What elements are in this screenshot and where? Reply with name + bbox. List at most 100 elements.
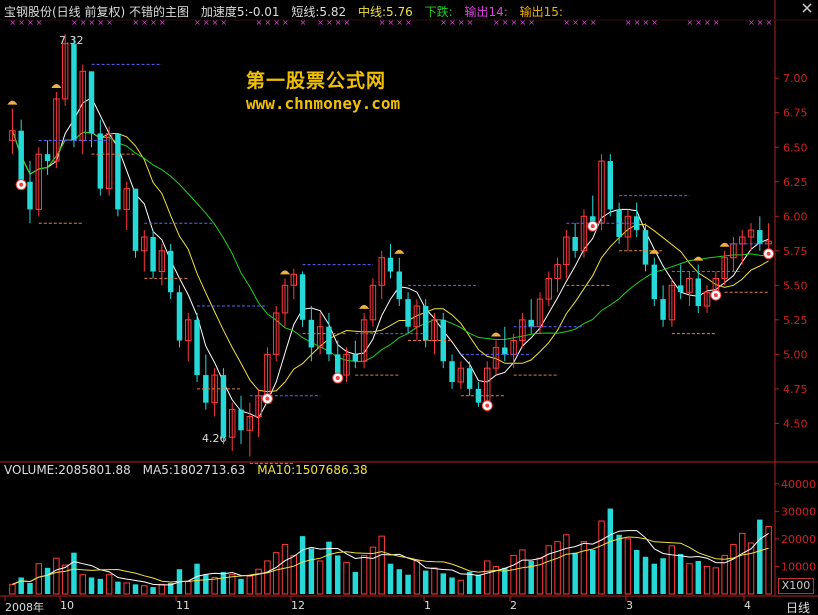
signal-x-marker: × bbox=[388, 18, 395, 27]
mushroom-signal-marker bbox=[7, 100, 18, 105]
candle-body-down bbox=[18, 130, 24, 182]
candle-body-down bbox=[387, 257, 394, 272]
volume-bar-down bbox=[387, 563, 394, 594]
candle-body-down bbox=[352, 354, 359, 362]
volume-bar-up bbox=[79, 574, 86, 595]
signal-x-marker: × bbox=[273, 18, 280, 27]
candle-body-down bbox=[44, 154, 51, 162]
volume-bar-down bbox=[633, 549, 640, 594]
volume-bar-up bbox=[413, 560, 421, 595]
candle-body-down bbox=[335, 354, 341, 376]
signal-x-marker: × bbox=[634, 18, 641, 27]
candle-body-down bbox=[71, 43, 77, 141]
volume-bar-up bbox=[343, 561, 350, 595]
price-tick-label: 7.00 bbox=[783, 72, 808, 85]
volume-bar-down bbox=[449, 577, 455, 594]
signal-x-marker: × bbox=[379, 18, 386, 27]
volume-bar-down bbox=[396, 569, 403, 594]
price-tick-label: 5.50 bbox=[783, 279, 808, 292]
volume-tick-label: 20000 bbox=[781, 533, 816, 546]
volume-bar-down bbox=[97, 578, 104, 594]
signal-x-marker: × bbox=[212, 18, 219, 27]
volume-bar-up bbox=[255, 568, 262, 595]
candle-body-down bbox=[572, 237, 578, 251]
signal-x-marker: × bbox=[133, 18, 140, 27]
volume-bar-up bbox=[668, 545, 676, 595]
mushroom-signal-marker bbox=[279, 270, 290, 275]
candle-body-down bbox=[528, 319, 534, 327]
candle-body-down bbox=[449, 361, 455, 382]
volume-bar-down bbox=[71, 552, 77, 594]
volume-bar-down bbox=[695, 560, 701, 594]
volume-bar-up bbox=[510, 554, 517, 595]
volume-bar-up bbox=[369, 546, 377, 595]
candle-body-down bbox=[299, 274, 306, 320]
signal-x-marker: × bbox=[493, 18, 500, 27]
buy-signal-dot bbox=[590, 224, 595, 229]
signal-x-marker: × bbox=[440, 18, 447, 27]
volume-bar-down bbox=[44, 567, 51, 594]
signal-x-marker: × bbox=[757, 18, 764, 27]
candle-body-down bbox=[132, 188, 139, 251]
candle-body-down bbox=[660, 299, 666, 320]
buy-signal-dot bbox=[335, 375, 340, 380]
buy-signal-dot bbox=[19, 182, 24, 187]
candle-body-down bbox=[642, 230, 649, 265]
signal-x-marker: × bbox=[264, 18, 271, 27]
volume-bar-down bbox=[651, 563, 658, 594]
volume-bar-down bbox=[27, 582, 33, 594]
candle-body-down bbox=[194, 319, 200, 376]
signal-x-marker: × bbox=[458, 18, 465, 27]
price-tick-label: 6.50 bbox=[783, 141, 808, 154]
volume-bar-down bbox=[502, 567, 508, 594]
signal-x-marker: × bbox=[220, 18, 227, 27]
volume-bar-up bbox=[519, 549, 526, 595]
signal-x-marker: × bbox=[344, 18, 351, 27]
signal-x-marker: × bbox=[590, 18, 597, 27]
volume-bar-down bbox=[326, 541, 332, 594]
volume-bar-down bbox=[642, 556, 649, 594]
signal-x-marker: × bbox=[572, 18, 579, 27]
mushroom-signal-marker bbox=[394, 249, 405, 254]
signal-x-marker: × bbox=[9, 18, 16, 27]
signal-x-marker: × bbox=[625, 18, 632, 27]
volume-bar-down bbox=[18, 577, 24, 594]
signal-x-marker: × bbox=[89, 18, 96, 27]
stock-chart-window: { "header": { "title": "宝钢股份(日线 前复权) 不错的… bbox=[0, 0, 818, 615]
signal-x-marker: × bbox=[27, 18, 34, 27]
volume-bar-up bbox=[738, 532, 746, 595]
volume-bar-up bbox=[431, 567, 438, 595]
volume-bar-down bbox=[194, 563, 200, 594]
candle-body-down bbox=[220, 375, 227, 438]
candle-body-down bbox=[326, 326, 332, 355]
signal-x-marker: × bbox=[467, 18, 474, 27]
buy-signal-dot bbox=[265, 396, 270, 401]
price-tick-label: 6.25 bbox=[783, 176, 808, 189]
candle-body-down bbox=[396, 271, 403, 300]
volume-bar-up bbox=[290, 554, 298, 595]
signal-x-marker: × bbox=[766, 18, 773, 27]
signal-x-marker: × bbox=[695, 18, 702, 27]
price-tick-label: 4.50 bbox=[783, 417, 808, 430]
signal-x-marker: × bbox=[194, 18, 201, 27]
price-tick-label: 6.75 bbox=[783, 107, 808, 120]
signal-x-marker: × bbox=[643, 18, 650, 27]
signal-x-marker: × bbox=[581, 18, 588, 27]
volume-bar-up bbox=[563, 534, 570, 595]
volume-bar-up bbox=[703, 565, 711, 595]
candle-body-down bbox=[422, 306, 429, 341]
candle-body-down bbox=[502, 347, 508, 355]
signal-x-marker: × bbox=[528, 18, 535, 27]
volume-bar-up bbox=[686, 563, 693, 595]
signal-x-marker: × bbox=[511, 18, 518, 27]
signal-x-marker: × bbox=[80, 18, 87, 27]
volume-bar-up bbox=[747, 542, 755, 595]
price-tick-label: 4.75 bbox=[783, 383, 808, 396]
volume-bar-down bbox=[150, 587, 156, 594]
candle-body-down bbox=[651, 264, 658, 300]
volume-bar-down bbox=[203, 574, 209, 594]
volume-bar-up bbox=[53, 557, 60, 595]
candle-body-down bbox=[176, 292, 183, 341]
volume-bar-down bbox=[590, 549, 596, 594]
chart-canvas: 7.00 6.75 6.50 6.25 6.00 5.75 5.50 5.25 5.00 4.75… bbox=[0, 0, 818, 601]
